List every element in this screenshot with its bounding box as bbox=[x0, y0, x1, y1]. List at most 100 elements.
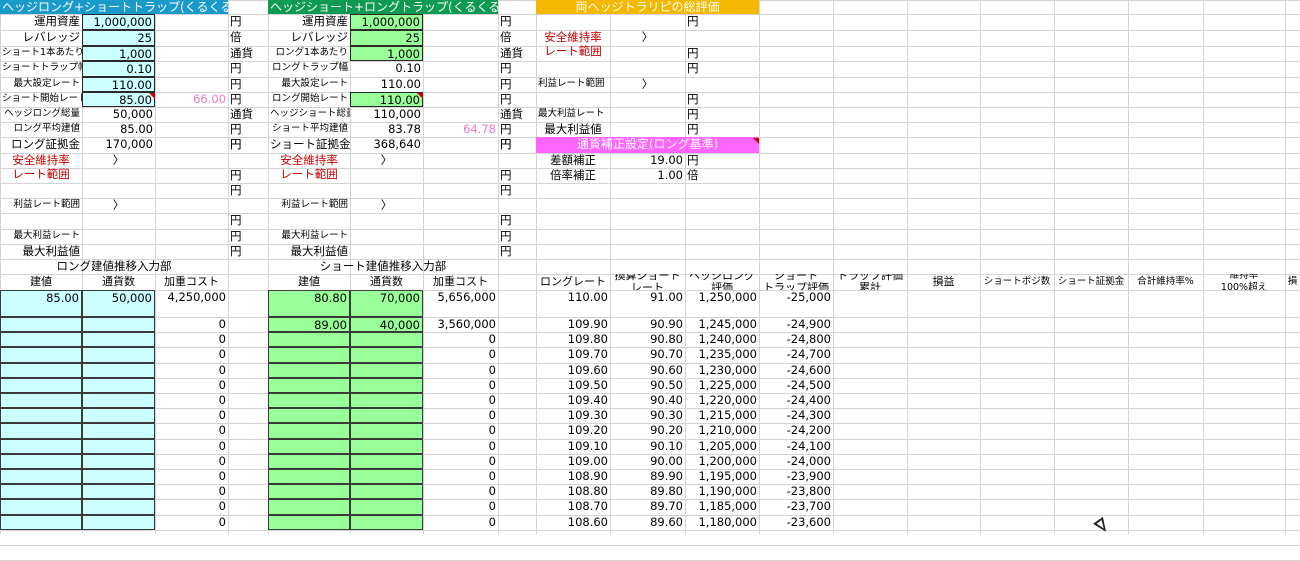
table-row-cell[interactable] bbox=[0, 484, 82, 500]
left-unit: 円 bbox=[230, 244, 242, 258]
table-row-cell[interactable] bbox=[0, 317, 82, 333]
gridline-horizontal bbox=[0, 213, 1300, 214]
table-row-cell[interactable] bbox=[350, 377, 423, 393]
table-row-cell[interactable] bbox=[350, 499, 423, 515]
left-param-value[interactable]: 25 bbox=[82, 30, 155, 46]
table-row-cell[interactable] bbox=[268, 438, 350, 454]
table-row-cell[interactable] bbox=[82, 408, 155, 424]
table-row-cell[interactable] bbox=[268, 393, 350, 409]
table-row-cell[interactable] bbox=[350, 393, 423, 409]
comment-indicator-icon[interactable] bbox=[753, 138, 759, 144]
table-row-cell[interactable] bbox=[350, 484, 423, 500]
table-row-cell[interactable] bbox=[82, 469, 155, 485]
left-param-value[interactable]: 50,000 bbox=[82, 107, 155, 122]
table-row-cell: 0 bbox=[488, 484, 496, 499]
left-param-value[interactable]: 110.00 bbox=[82, 77, 155, 92]
left-param-value[interactable]: 85.00 bbox=[82, 92, 155, 107]
left-param-value[interactable]: 170,000 bbox=[82, 137, 155, 153]
mid-param-value[interactable]: 25 bbox=[350, 30, 423, 46]
table-row-cell[interactable] bbox=[82, 317, 155, 333]
table-row-cell: 91.00 bbox=[650, 290, 683, 304]
mid-param-value[interactable]: 83.78 bbox=[350, 122, 423, 137]
table-row-cell[interactable]: 85.00 bbox=[0, 290, 82, 317]
table-row-cell[interactable] bbox=[268, 499, 350, 515]
mid-param-value[interactable]: 0.10 bbox=[350, 61, 423, 77]
left-unit: 円 bbox=[230, 213, 242, 227]
mid-unit: 円 bbox=[500, 168, 512, 182]
table-row-cell: 0 bbox=[488, 499, 496, 514]
table-row-cell[interactable] bbox=[82, 362, 155, 378]
table-row-cell[interactable] bbox=[82, 423, 155, 439]
table-row-cell[interactable] bbox=[268, 377, 350, 393]
table-row-cell[interactable] bbox=[0, 499, 82, 515]
table-row-cell[interactable] bbox=[268, 408, 350, 424]
table-row-cell: 0 bbox=[218, 332, 226, 347]
comment-indicator-icon[interactable] bbox=[417, 93, 423, 99]
table-row-cell[interactable] bbox=[0, 453, 82, 469]
comment-indicator-icon[interactable] bbox=[149, 93, 155, 99]
table-row-cell[interactable] bbox=[268, 469, 350, 485]
table-row-cell[interactable] bbox=[350, 423, 423, 439]
table-row-cell: 109.90 bbox=[567, 317, 608, 331]
table-row-cell: 110.00 bbox=[567, 290, 608, 304]
table-row-cell[interactable] bbox=[350, 514, 423, 530]
left-param-value[interactable]: 0.10 bbox=[82, 61, 155, 77]
ratio-adjust-value[interactable]: 1.00 bbox=[610, 168, 685, 183]
table-row-cell[interactable] bbox=[82, 393, 155, 409]
table-row-cell[interactable] bbox=[350, 347, 423, 363]
mid-param-label: ロング開始レート bbox=[271, 93, 348, 104]
table-row-cell[interactable] bbox=[0, 408, 82, 424]
table-row-cell[interactable] bbox=[0, 393, 82, 409]
left-param-value[interactable]: 85.00 bbox=[82, 122, 155, 137]
table-row-cell[interactable] bbox=[268, 514, 350, 530]
table-row-cell[interactable] bbox=[268, 332, 350, 348]
table-row-cell[interactable] bbox=[82, 484, 155, 500]
table-row-cell[interactable] bbox=[82, 514, 155, 530]
table-row-cell[interactable] bbox=[0, 423, 82, 439]
mid-param-value[interactable]: 110.00 bbox=[350, 92, 423, 107]
table-row-cell[interactable] bbox=[0, 332, 82, 348]
left-param-value[interactable]: 1,000,000 bbox=[82, 14, 155, 30]
table-row-cell[interactable] bbox=[268, 423, 350, 439]
table-row-cell[interactable] bbox=[0, 347, 82, 363]
table-row-cell[interactable]: 50,000 bbox=[82, 290, 155, 317]
table-row-cell[interactable] bbox=[350, 438, 423, 454]
table-row-cell[interactable] bbox=[268, 453, 350, 469]
table-row-cell[interactable] bbox=[350, 469, 423, 485]
mid-param-value[interactable]: 1,000 bbox=[350, 46, 423, 61]
table-row-cell[interactable] bbox=[268, 347, 350, 363]
mid-param-value[interactable]: 368,640 bbox=[350, 137, 423, 153]
mid-param-value[interactable]: 1,000,000 bbox=[350, 14, 423, 30]
right-unit: 円 bbox=[687, 61, 699, 75]
mid-param-value[interactable]: 110.00 bbox=[350, 77, 423, 92]
table-row-cell: -24,900 bbox=[786, 317, 831, 331]
table-row-cell: 1,220,000 bbox=[698, 393, 757, 407]
table-row-cell[interactable] bbox=[82, 332, 155, 348]
left-param-unit: 円 bbox=[230, 61, 242, 75]
table-row-cell[interactable]: 70,000 bbox=[350, 290, 423, 317]
table-row-cell[interactable] bbox=[350, 408, 423, 424]
table-row-cell[interactable] bbox=[82, 377, 155, 393]
table-row-cell[interactable] bbox=[0, 362, 82, 378]
table-row-cell[interactable] bbox=[350, 332, 423, 348]
table-row-cell[interactable] bbox=[268, 484, 350, 500]
table-row-cell[interactable] bbox=[0, 469, 82, 485]
table-row-cell[interactable]: 89.00 bbox=[268, 317, 350, 333]
table-row-cell[interactable] bbox=[82, 438, 155, 454]
table-row-cell[interactable] bbox=[82, 499, 155, 515]
left-param-value[interactable]: 1,000 bbox=[82, 46, 155, 61]
table-row-cell[interactable] bbox=[0, 438, 82, 454]
table-row-cell[interactable] bbox=[350, 362, 423, 378]
table-row-cell[interactable] bbox=[268, 362, 350, 378]
table-row-cell[interactable] bbox=[82, 347, 155, 363]
table-row-cell[interactable] bbox=[0, 514, 82, 530]
table-row-cell[interactable]: 40,000 bbox=[350, 317, 423, 333]
table-row-cell[interactable]: 80.80 bbox=[268, 290, 350, 317]
diff-adjust-value[interactable]: 19.00 bbox=[610, 153, 685, 168]
table-row-cell[interactable] bbox=[350, 453, 423, 469]
mouse-cursor-icon bbox=[1093, 516, 1111, 536]
mid-param-value[interactable]: 110,000 bbox=[350, 107, 423, 122]
table-row-cell[interactable] bbox=[82, 453, 155, 469]
table-row-cell[interactable] bbox=[0, 377, 82, 393]
mid-param-label: ロングトラップ幅 bbox=[271, 62, 348, 73]
